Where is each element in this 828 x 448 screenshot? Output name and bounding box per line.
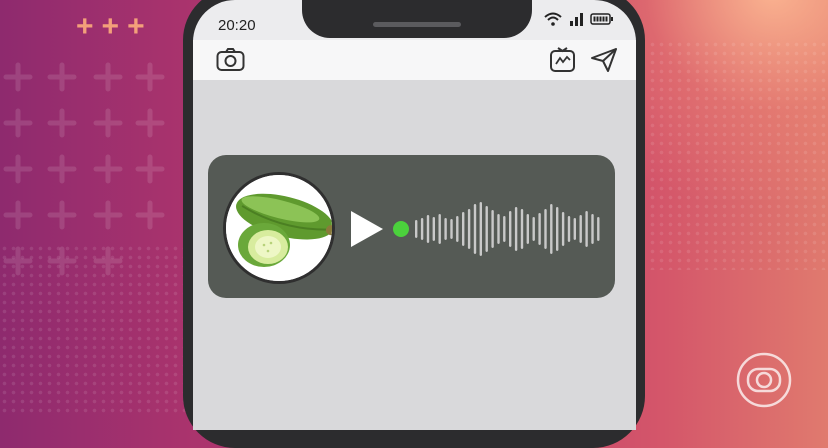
zucchini-image xyxy=(226,175,332,281)
waveform-bar xyxy=(567,216,571,242)
status-icons xyxy=(544,12,614,26)
background-dot-pattern-right xyxy=(648,40,828,270)
waveform-bar xyxy=(444,218,447,240)
waveform-bar xyxy=(432,217,435,241)
camera-icon[interactable] xyxy=(216,47,245,72)
globo-logo xyxy=(736,352,792,408)
waveform-bar xyxy=(520,209,524,249)
play-icon[interactable] xyxy=(349,210,385,248)
waveform-bar xyxy=(585,211,588,247)
waveform-bar xyxy=(544,209,547,249)
status-time: 20:20 xyxy=(218,17,256,34)
waveform-bar xyxy=(426,215,430,243)
waveform-bar xyxy=(497,214,500,244)
waveform-bar xyxy=(503,216,506,242)
waveform-bar xyxy=(561,212,565,246)
wifi-icon xyxy=(544,12,562,26)
waveform-bar xyxy=(415,220,418,238)
waveform-bar xyxy=(532,217,535,241)
plus-decoration: + + + xyxy=(76,12,145,42)
waveform-bar xyxy=(485,206,488,252)
waveform-bar xyxy=(467,209,471,249)
waveform-bar xyxy=(509,211,512,247)
waveform-bar xyxy=(420,218,424,240)
waveform-bar xyxy=(514,207,518,251)
send-icon[interactable] xyxy=(590,47,618,73)
waveform-bar xyxy=(538,213,541,245)
plus-icon: + xyxy=(127,10,145,43)
zucchini-avatar xyxy=(223,172,335,284)
playback-position-indicator xyxy=(393,221,409,237)
waveform-bar xyxy=(526,214,529,244)
plus-icon: + xyxy=(101,10,120,43)
waveform-bar xyxy=(573,218,576,240)
waveform-bar xyxy=(550,204,553,254)
waveform-bar xyxy=(456,216,459,242)
waveform-bar xyxy=(579,215,582,243)
tv-icon[interactable] xyxy=(549,45,576,73)
plus-icon: + xyxy=(76,10,94,43)
battery-icon xyxy=(590,13,613,25)
waveform-bar xyxy=(450,219,453,239)
phone-speaker xyxy=(373,22,461,27)
signal-icon xyxy=(570,12,583,26)
waveform-bar xyxy=(556,207,559,251)
waveform-bar xyxy=(597,217,600,241)
waveform-bar xyxy=(438,214,441,244)
waveform-bar xyxy=(462,212,465,246)
waveform-bar xyxy=(491,210,494,248)
waveform-bar xyxy=(479,202,482,256)
background-plus-pattern xyxy=(3,62,165,276)
audio-waveform xyxy=(415,202,600,256)
phone-notch xyxy=(302,0,532,38)
waveform-bar xyxy=(591,214,594,244)
waveform-bar xyxy=(473,204,477,254)
